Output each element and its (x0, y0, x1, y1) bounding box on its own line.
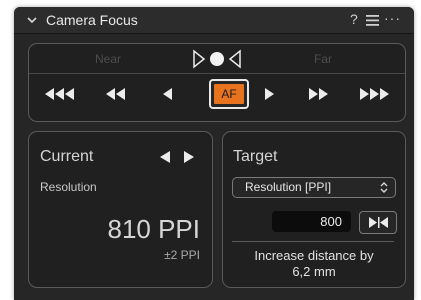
current-panel: Current Resolution 810 PPI ±2 PPI (28, 131, 213, 288)
panel-title: Camera Focus (46, 12, 138, 28)
current-resolution-value: 810 PPI (107, 214, 200, 244)
camera-focus-panel: Camera Focus ? ··· Near Far AF Current R… (14, 7, 414, 300)
panel-header: Camera Focus ? ··· (14, 7, 414, 34)
target-label: Target (233, 148, 278, 165)
target-metric-select-value: Resolution [PPI] (245, 180, 332, 194)
menu-icon[interactable] (366, 15, 379, 26)
current-tolerance: ±2 PPI (164, 248, 200, 262)
collapse-chevron-icon[interactable] (26, 14, 38, 26)
focus-near-small-step-button[interactable] (161, 83, 175, 105)
select-updown-icon (380, 182, 388, 193)
far-label: Far (314, 52, 332, 66)
target-value-input[interactable]: 800 (272, 211, 351, 232)
target-metric-select[interactable]: Resolution [PPI] (232, 177, 396, 198)
current-metric-label: Resolution (40, 180, 97, 194)
distance-instruction-line2: 6,2 mm (292, 264, 336, 279)
help-icon[interactable]: ? (350, 11, 358, 27)
target-panel: Target Resolution [PPI] 800 Increase dis… (222, 131, 406, 288)
current-label: Current (40, 148, 94, 165)
focus-far-small-step-button[interactable] (262, 83, 276, 105)
metric-switch-arrows-icon[interactable] (159, 150, 197, 164)
set-target-button[interactable] (359, 211, 397, 234)
autofocus-label: AF (214, 84, 244, 104)
divider (232, 241, 394, 242)
focus-near-medium-step-button[interactable] (104, 83, 128, 105)
distance-instruction-line1: Increase distance by (254, 248, 374, 263)
focus-position-indicator[interactable] (191, 48, 243, 70)
near-label: Near (95, 52, 122, 66)
focus-drive-box: Near Far AF (28, 43, 406, 122)
divider (29, 73, 405, 74)
target-value: 800 (320, 214, 342, 229)
distance-instruction: Increase distance by 6,2 mm (233, 248, 395, 280)
focus-far-medium-step-button[interactable] (306, 83, 330, 105)
focus-far-large-step-button[interactable] (357, 83, 391, 105)
set-target-icon (369, 217, 388, 228)
more-options-icon[interactable]: ··· (384, 10, 401, 26)
autofocus-button[interactable]: AF (209, 79, 249, 109)
focus-near-large-step-button[interactable] (43, 83, 77, 105)
